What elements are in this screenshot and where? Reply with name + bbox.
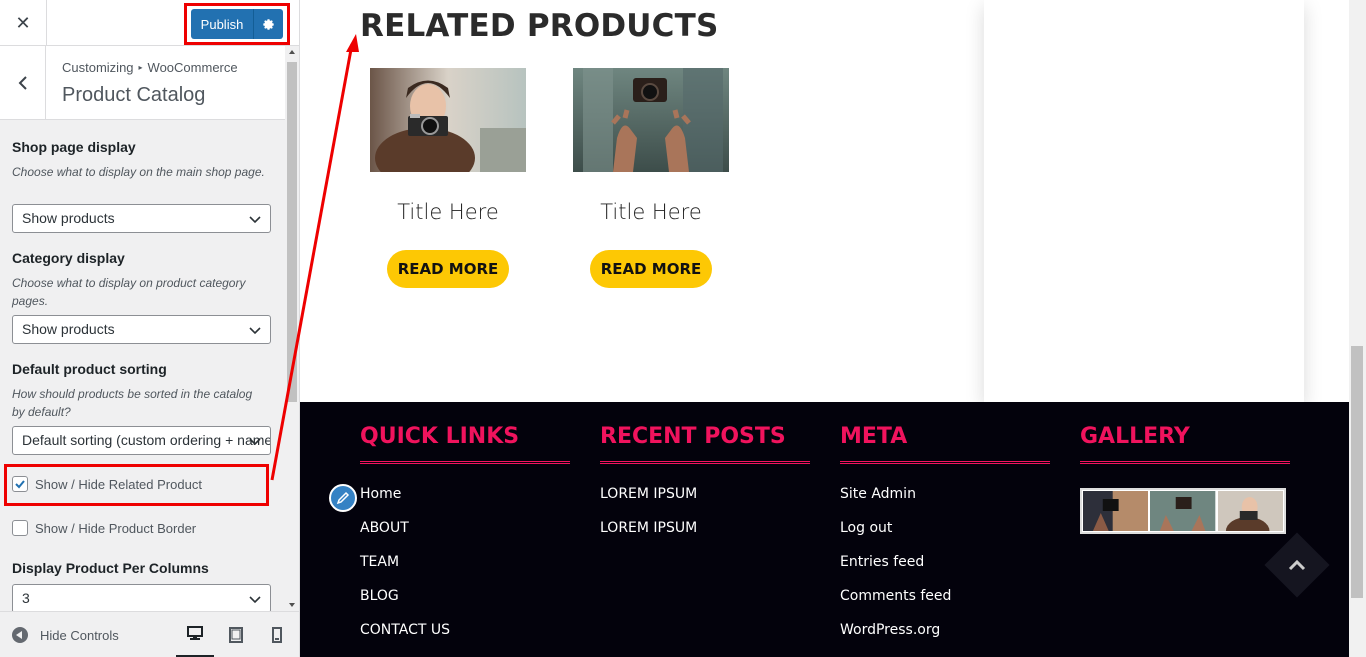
footer-heading: META	[840, 424, 1050, 464]
shop-display-select[interactable]: Show products	[12, 204, 271, 233]
preview-desktop-button[interactable]	[176, 612, 214, 657]
gallery-thumb[interactable]	[1217, 491, 1283, 531]
chevron-down-icon	[249, 327, 261, 335]
sorting-select[interactable]: Default sorting (custom ordering + name)	[12, 426, 271, 455]
breadcrumb-section: WooCommerce	[147, 60, 238, 75]
breadcrumb-root: Customizing	[62, 60, 134, 75]
chevron-down-icon	[249, 596, 261, 604]
hide-controls-label: Hide Controls	[40, 627, 119, 643]
footer-heading: GALLERY	[1080, 424, 1290, 464]
breadcrumb: Customizing ▸ WooCommerce	[62, 60, 238, 75]
columns-select[interactable]: 3	[12, 584, 271, 611]
back-button[interactable]	[0, 46, 46, 119]
scroll-up-icon[interactable]	[289, 50, 295, 54]
pencil-icon	[336, 491, 350, 505]
footer-link-team[interactable]: TEAM	[360, 554, 570, 588]
footer-heading: QUICK LINKS	[360, 424, 570, 464]
footer-column-gallery: GALLERY	[1080, 424, 1290, 534]
columns-title: Display Product Per Columns	[12, 560, 209, 576]
close-customizer-button[interactable]: ✕	[0, 0, 47, 46]
footer-link-blog[interactable]: BLOG	[360, 588, 570, 622]
customizer-sidebar: ✕ Publish Customizing ▸ WooCommerce Produc…	[0, 0, 300, 657]
mobile-icon	[272, 627, 282, 643]
breadcrumb-separator-icon: ▸	[138, 63, 143, 72]
controls-list: Shop page display Choose what to display…	[0, 120, 285, 611]
hide-controls-button[interactable]: Hide Controls	[12, 627, 119, 643]
footer-link-logout[interactable]: Log out	[840, 520, 1050, 554]
category-display-title: Category display	[12, 250, 125, 266]
category-display-description: Choose what to display on product catego…	[12, 276, 246, 308]
sorting-title: Default product sorting	[12, 361, 167, 377]
columns-value: 3	[22, 590, 30, 606]
category-display-select[interactable]: Show products	[12, 315, 271, 344]
footer-link-wordpress[interactable]: WordPress.org	[840, 622, 1050, 656]
sorting-description: How should products be sorted in the cat…	[12, 387, 253, 419]
shop-display-value: Show products	[22, 210, 115, 226]
footer-link-site-admin[interactable]: Site Admin	[840, 486, 1050, 520]
read-more-button[interactable]: READ MORE	[386, 250, 510, 288]
footer-column-quick-links: QUICK LINKS Home ABOUT TEAM BLOG CONTACT…	[360, 424, 570, 656]
shop-display-description: Choose what to display on the main shop …	[12, 165, 265, 179]
product-title[interactable]: Title Here	[370, 200, 526, 224]
footer-link-home[interactable]: Home	[360, 486, 570, 520]
collapse-icon	[12, 627, 28, 643]
publish-highlight-box	[184, 3, 290, 45]
customizer-header: ✕ Publish	[0, 0, 299, 46]
footer-link-post[interactable]: LOREM IPSUM	[600, 520, 810, 554]
category-display-value: Show products	[22, 321, 115, 337]
scroll-down-icon[interactable]	[289, 603, 295, 607]
footer-link-about[interactable]: ABOUT	[360, 520, 570, 554]
sorting-value: Default sorting (custom ordering + name)	[22, 432, 271, 448]
edit-shortcut-button[interactable]	[329, 484, 357, 512]
product-card: Title Here READ MORE	[370, 68, 526, 288]
footer-column-meta: META Site Admin Log out Entries feed Com…	[840, 424, 1050, 656]
panel-header: Customizing ▸ WooCommerce Product Catalog	[0, 46, 285, 120]
preview-mobile-button[interactable]	[258, 612, 296, 657]
site-footer: QUICK LINKS Home ABOUT TEAM BLOG CONTACT…	[300, 402, 1349, 657]
footer-link-comments-feed[interactable]: Comments feed	[840, 588, 1050, 622]
panel-title: Product Catalog	[62, 84, 206, 106]
sidebar-widget-area	[984, 0, 1304, 402]
chevron-down-icon	[249, 216, 261, 224]
chevron-left-icon	[18, 75, 27, 90]
sidebar-scrollbar[interactable]	[285, 46, 299, 611]
site-preview: RELATED PRODUCTS Title Here READ MORE Ti…	[300, 0, 1366, 657]
footer-link-post[interactable]: LOREM IPSUM	[600, 486, 810, 520]
product-card: Title Here READ MORE	[573, 68, 729, 288]
chevron-up-icon	[1284, 552, 1310, 578]
gallery-strip	[1080, 488, 1286, 534]
desktop-icon	[187, 626, 203, 640]
gallery-thumb[interactable]	[1083, 491, 1149, 531]
tablet-icon	[229, 627, 243, 643]
preview-scrollbar[interactable]	[1349, 0, 1366, 657]
product-title[interactable]: Title Here	[573, 200, 729, 224]
hands-camera-photo	[573, 68, 729, 172]
preview-scrollbar-thumb[interactable]	[1351, 346, 1363, 598]
close-icon: ✕	[15, 12, 31, 34]
product-border-toggle[interactable]: Show / Hide Product Border	[12, 520, 196, 536]
gallery-image	[1150, 491, 1216, 531]
chevron-down-icon	[249, 438, 261, 446]
gallery-thumb[interactable]	[1150, 491, 1216, 531]
preview-tablet-button[interactable]	[217, 612, 255, 657]
product-border-checkbox[interactable]	[12, 520, 28, 536]
related-product-highlight-box	[4, 464, 269, 506]
gallery-image	[1083, 491, 1149, 531]
product-border-label: Show / Hide Product Border	[35, 520, 197, 536]
footer-heading: RECENT POSTS	[600, 424, 810, 464]
footer-link-contact[interactable]: CONTACT US	[360, 622, 570, 656]
shop-display-title: Shop page display	[12, 139, 136, 155]
product-image[interactable]	[573, 68, 729, 172]
gallery-image	[1217, 491, 1283, 531]
sidebar-scrollbar-thumb[interactable]	[287, 62, 297, 402]
product-image[interactable]	[370, 68, 526, 172]
footer-link-entries-feed[interactable]: Entries feed	[840, 554, 1050, 588]
customizer-footer: Hide Controls	[0, 611, 299, 657]
read-more-button[interactable]: READ MORE	[589, 250, 713, 288]
footer-column-recent-posts: RECENT POSTS LOREM IPSUM LOREM IPSUM	[600, 424, 810, 554]
related-products-heading: RELATED PRODUCTS	[360, 8, 719, 44]
woman-camera-photo	[370, 68, 526, 172]
